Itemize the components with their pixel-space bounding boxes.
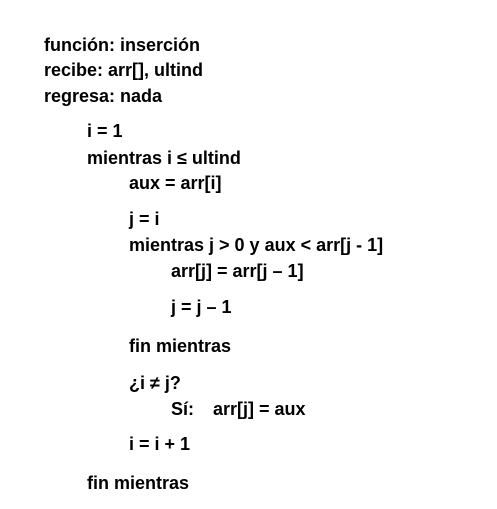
then-assign-statement: arr[j] = aux: [213, 399, 306, 419]
shift-assign-statement: arr[j] = arr[j – 1]: [171, 261, 304, 281]
parameters-line: recibe: arr[], ultind: [44, 60, 204, 80]
outer-while-statement: mientras i ≤ ultind: [87, 148, 241, 168]
j-decrement-statement: j = j – 1: [171, 297, 232, 317]
return-line: regresa: nada: [44, 86, 163, 106]
inner-end-statement: fin mientras: [129, 336, 232, 356]
aux-assign-statement: aux = arr[i]: [129, 173, 222, 193]
i-increment-statement: i = i + 1: [129, 434, 191, 454]
function-name-line: función: inserción: [44, 35, 201, 55]
inner-while-statement: mientras j > 0 y aux < arr[j - 1]: [129, 235, 384, 255]
outer-end-statement: fin mientras: [87, 473, 190, 493]
then-label: Sí:: [171, 399, 195, 419]
j-assign-statement: j = i: [129, 209, 160, 229]
init-statement: i = 1: [87, 121, 123, 141]
condition-statement: ¿i ≠ j?: [129, 373, 181, 393]
